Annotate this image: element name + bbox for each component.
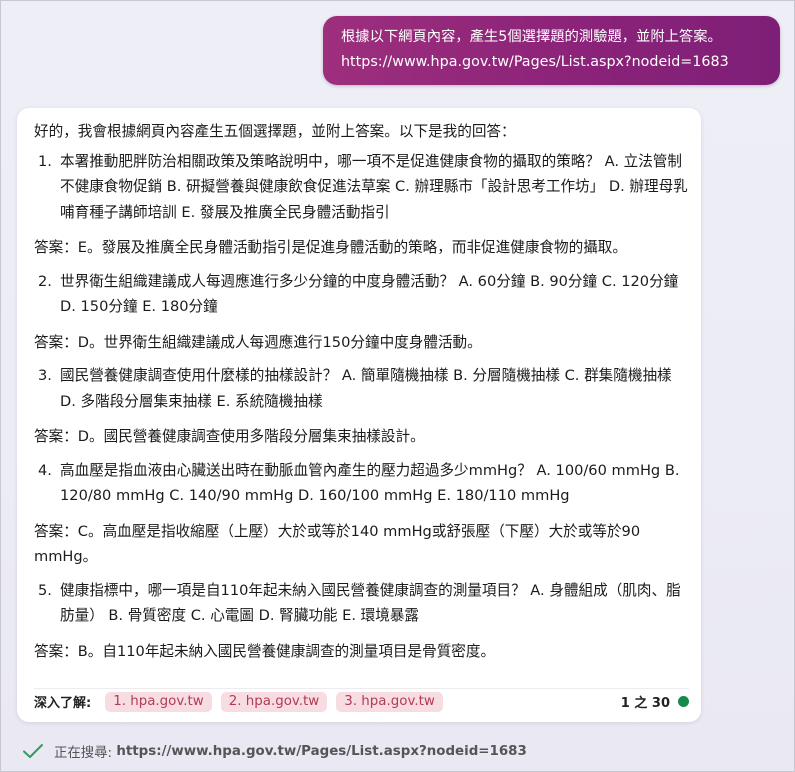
answer-text: 答案：E。發展及推廣全民身體活動指引是促進身體活動的策略，而非促進健康食物的攝取… [34, 239, 627, 256]
question-text: 高血壓是指血液由心臟送出時在動脈血管內產生的壓力超過多少mmHg？ A. 100… [60, 461, 680, 505]
question-item: 5. 健康指標中，哪一項是自110年起未納入國民營養健康調查的測量項目？ A. … [34, 578, 689, 629]
question-item: 4. 高血壓是指血液由心臟送出時在動脈血管內產生的壓力超過多少mmHg？ A. … [34, 458, 689, 509]
user-message-url: https://www.hpa.gov.tw/Pages/List.aspx?n… [341, 54, 729, 70]
question-item: 1. 本署推動肥胖防治相關政策及策略說明中，哪一項不是促進健康食物的攝取的策略？… [34, 149, 689, 226]
learn-more-footer: 深入了解: 1. hpa.gov.tw 2. hpa.gov.tw 3. hpa… [34, 688, 689, 714]
response-counter: 1 之 30 [621, 692, 689, 711]
answer-text: 答案：D。國民營養健康調查使用多階段分層集束抽樣設計。 [34, 428, 425, 445]
question-number: 5. [38, 581, 52, 599]
response-counter-text: 1 之 30 [620, 696, 670, 711]
search-status-url: https://www.hpa.gov.tw/Pages/List.aspx?n… [116, 743, 527, 759]
reference-link-2[interactable]: 2. hpa.gov.tw [220, 691, 328, 712]
reference-link-3[interactable]: 3. hpa.gov.tw [336, 691, 443, 712]
question-number: 3. [38, 367, 52, 384]
assistant-response-body: 好的，我會根據網頁內容產生五個選擇題，並附上答案。以下是我的回答： 1. 本署推… [34, 119, 689, 672]
reference-link-1[interactable]: 1. hpa.gov.tw [105, 691, 212, 712]
question-text: 世界衛生組織建議成人每週應進行多少分鐘的中度身體活動？ A. 60分鐘 B. 9… [60, 272, 679, 316]
user-message-bubble: 根據以下網頁內容，產生5個選擇題的測驗題，並附上答案。 https://www.… [323, 16, 780, 85]
learn-more-label: 深入了解: [34, 696, 92, 711]
status-dot-icon [678, 696, 689, 707]
user-message-text: 根據以下網頁內容，產生5個選擇題的測驗題，並附上答案。 [341, 29, 722, 45]
answer-text: 答案：C。高血壓是指收縮壓（上壓）大於或等於140 mmHg或舒張壓（下壓）大於… [34, 522, 641, 566]
question-number: 2. [38, 272, 52, 290]
answer-text: 答案：B。自110年起未納入國民營養健康調查的測量項目是骨質密度。 [34, 642, 496, 660]
question-text: 本署推動肥胖防治相關政策及策略說明中，哪一項不是促進健康食物的攝取的策略？ A.… [60, 152, 688, 221]
answer-text: 答案：D。世界衛生組織建議成人每週應進行150分鐘中度身體活動。 [34, 333, 482, 351]
question-item: 3. 國民營養健康調查使用什麼樣的抽樣設計？ A. 簡單隨機抽樣 B. 分層隨機… [34, 363, 689, 414]
response-intro: 好的，我會根據網頁內容產生五個選擇題，並附上答案。以下是我的回答： [34, 123, 516, 140]
question-text: 健康指標中，哪一項是自110年起未納入國民營養健康調查的測量項目？ A. 身體組… [60, 581, 681, 625]
question-text: 國民營養健康調查使用什麼樣的抽樣設計？ A. 簡單隨機抽樣 B. 分層隨機抽樣 … [60, 367, 672, 410]
question-item: 2. 世界衛生組織建議成人每週應進行多少分鐘的中度身體活動？ A. 60分鐘 B… [34, 269, 689, 320]
check-icon [23, 744, 43, 758]
question-number: 4. [38, 461, 52, 479]
assistant-response-card: 好的，我會根據網頁內容產生五個選擇題，並附上答案。以下是我的回答： 1. 本署推… [17, 108, 701, 722]
search-status: 正在搜尋: https://www.hpa.gov.tw/Pages/List.… [22, 741, 527, 761]
question-number: 1. [38, 152, 52, 170]
search-status-label: 正在搜尋: [54, 746, 113, 761]
